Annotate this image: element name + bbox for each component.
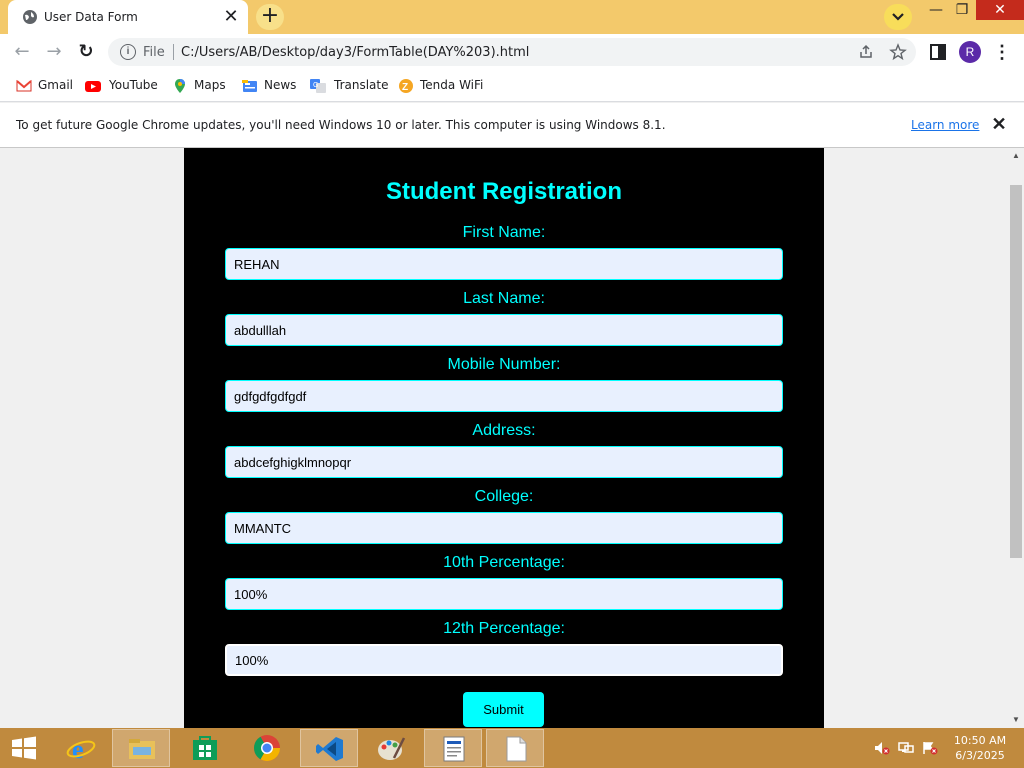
document-icon [506, 736, 527, 762]
address-divider [173, 44, 174, 60]
windows-taskbar: e 10:50 AM 6/3/2025 [0, 728, 1024, 768]
last-name-label: Last Name: [463, 290, 545, 307]
side-panel-icon[interactable] [928, 42, 948, 62]
page-scrollbar[interactable]: ▲ ▼ [1008, 148, 1024, 728]
taskbar-chrome[interactable] [238, 729, 296, 767]
forward-button[interactable]: → [42, 40, 66, 64]
scroll-down-arrow-icon[interactable]: ▼ [1008, 712, 1024, 728]
close-window-button[interactable]: ✕ [976, 0, 1024, 20]
update-infobar: To get future Google Chrome updates, you… [0, 103, 1024, 148]
bookmarks-bar: Gmail YouTube Maps News G Translate Z Te… [0, 70, 1024, 102]
bookmark-label: News [264, 78, 297, 92]
svg-text:e: e [72, 735, 84, 762]
taskbar-vscode[interactable] [300, 729, 358, 767]
maps-icon [175, 79, 185, 93]
internet-explorer-icon: e [66, 735, 96, 762]
system-clock[interactable]: 10:50 AM 6/3/2025 [944, 733, 1016, 763]
taskbar-wordpad[interactable] [424, 729, 482, 767]
first-name-label: First Name: [462, 224, 546, 241]
form-title: Student Registration [385, 178, 622, 205]
maximize-button[interactable]: ❐ [950, 0, 974, 24]
bookmark-star-icon[interactable] [889, 43, 907, 61]
scroll-up-arrow-icon[interactable]: ▲ [1008, 148, 1024, 164]
tab-search-button[interactable] [884, 4, 912, 30]
twelfth-percentage-label: 12th Percentage: [443, 620, 565, 637]
mobile-number-input[interactable] [225, 380, 783, 412]
page-viewport: Student Registration First Name: Last Na… [0, 148, 1008, 728]
reload-button[interactable]: ↻ [74, 40, 98, 64]
browser-window: User Data Form ✕ + — ❐ ✕ ← → ↻ i File C:… [0, 0, 1024, 728]
tab-close-icon[interactable]: ✕ [222, 7, 240, 26]
news-icon [242, 80, 257, 92]
wordpad-icon [443, 736, 465, 762]
chevron-down-icon [892, 13, 904, 21]
taskbar-file-explorer[interactable] [112, 729, 170, 767]
share-icon[interactable] [857, 43, 875, 61]
bookmark-label: Tenda WiFi [420, 78, 484, 92]
bookmark-label: Gmail [38, 78, 74, 92]
infobar-message: To get future Google Chrome updates, you… [16, 118, 666, 132]
bookmark-label: Translate [334, 78, 389, 92]
last-name-input[interactable] [225, 314, 783, 346]
globe-icon [23, 10, 37, 24]
minimize-button[interactable]: — [924, 0, 948, 24]
info-icon[interactable]: i [120, 44, 136, 60]
tab-user-data-form[interactable]: User Data Form ✕ [8, 0, 248, 34]
bookmark-label: Maps [194, 78, 226, 92]
browser-toolbar: ← → ↻ i File C:/Users/AB/Desktop/day3/Fo… [0, 34, 1024, 70]
infobar-close-icon[interactable]: ✕ [990, 115, 1008, 133]
tenda-icon: Z [399, 79, 413, 93]
college-label: College: [474, 488, 534, 505]
windows-start-icon[interactable] [10, 736, 38, 760]
profile-avatar[interactable]: R [959, 41, 981, 63]
paint-icon [378, 737, 406, 760]
clock-time: 10:50 AM [953, 734, 1007, 747]
bookmark-label: YouTube [109, 78, 158, 92]
vscode-icon [316, 737, 343, 761]
back-button[interactable]: ← [10, 40, 34, 64]
scroll-thumb[interactable] [1010, 185, 1022, 558]
folder-icon [129, 739, 155, 759]
title-bar: User Data Form ✕ + — ❐ ✕ [0, 0, 1024, 34]
tab-title: User Data Form [44, 10, 138, 24]
chrome-icon [253, 735, 281, 762]
action-center-flag-icon[interactable] [922, 741, 938, 755]
address-input[interactable] [225, 446, 783, 478]
store-icon [193, 736, 217, 760]
taskbar-store[interactable] [176, 729, 234, 767]
submit-button[interactable]: Submit [463, 692, 544, 727]
address-bar[interactable]: i File C:/Users/AB/Desktop/day3/FormTabl… [108, 38, 916, 66]
address-label: Address: [472, 422, 536, 439]
svg-text:G: G [313, 82, 318, 89]
mobile-number-label: Mobile Number: [447, 356, 561, 373]
file-label: File [143, 45, 165, 60]
tenth-percentage-label: 10th Percentage: [443, 554, 565, 571]
college-input[interactable] [225, 512, 783, 544]
menu-icon[interactable]: ⋮ [992, 41, 1012, 63]
learn-more-link[interactable]: Learn more [911, 118, 979, 132]
taskbar-notepad[interactable] [486, 729, 544, 767]
translate-icon: G [310, 79, 326, 93]
network-icon[interactable] [898, 741, 914, 755]
svg-text:Z: Z [402, 82, 408, 93]
volume-muted-icon[interactable] [874, 741, 890, 755]
first-name-input[interactable] [225, 248, 783, 280]
youtube-icon [85, 81, 101, 92]
gmail-icon [16, 79, 32, 92]
clock-date: 6/3/2025 [955, 749, 1005, 762]
twelfth-percentage-input[interactable] [225, 644, 783, 676]
taskbar-internet-explorer[interactable]: e [52, 729, 110, 767]
registration-form: Student Registration First Name: Last Na… [184, 148, 824, 728]
url-text[interactable]: C:/Users/AB/Desktop/day3/FormTable(DAY%2… [181, 45, 529, 60]
taskbar-paint[interactable] [362, 729, 420, 767]
new-tab-button[interactable]: + [256, 4, 284, 30]
tenth-percentage-input[interactable] [225, 578, 783, 610]
